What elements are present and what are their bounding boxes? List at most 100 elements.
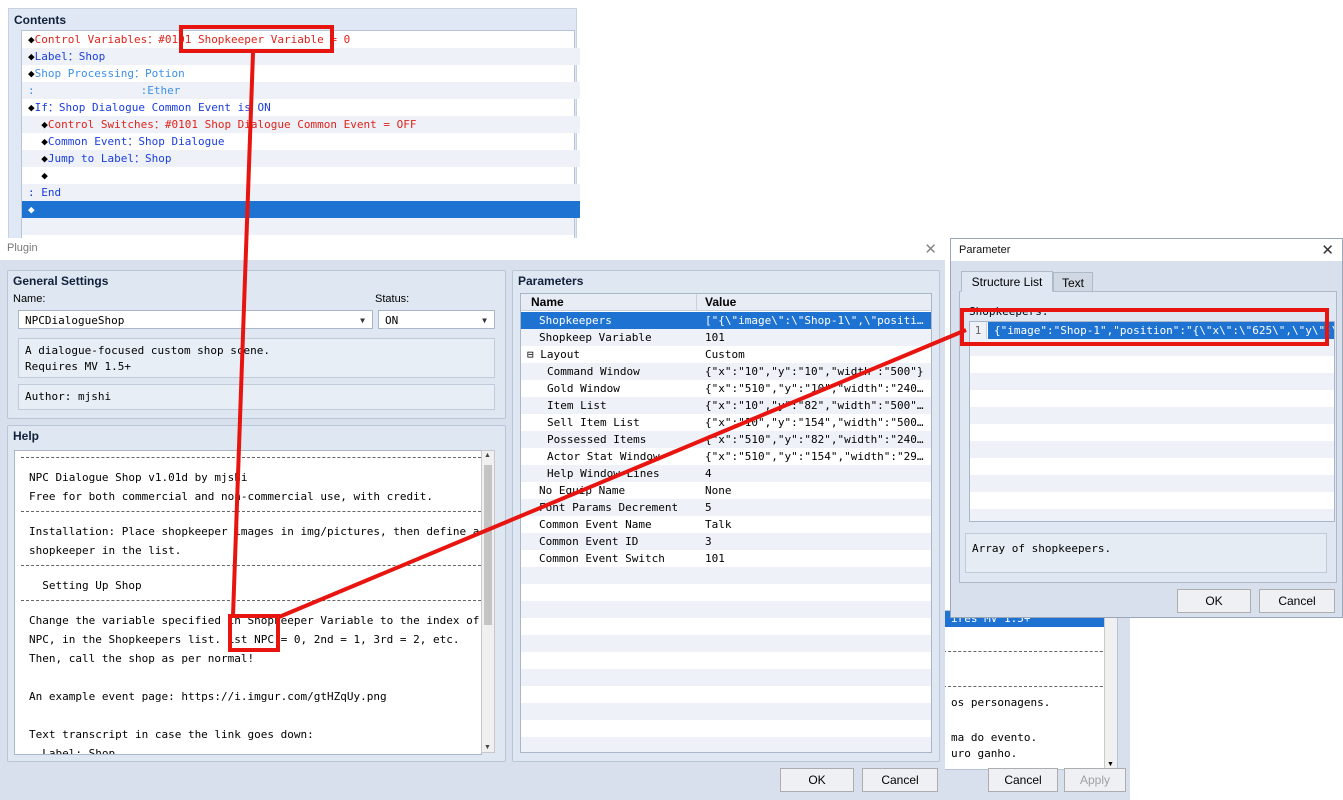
event-command-text: ◆ [28, 101, 35, 114]
bg-apply-button[interactable]: Apply [1064, 768, 1126, 792]
event-command-row[interactable]: ◆Jump to Label：Shop [22, 150, 580, 167]
close-icon[interactable]: ✕ [1321, 241, 1334, 259]
event-command-text: Shop Processing：Potion [34, 67, 185, 80]
parameter-row[interactable]: Help Window Lines 4 [521, 465, 931, 482]
general-settings-group: General Settings Name: Status: NPCDialog… [7, 270, 506, 419]
parameter-row[interactable]: Common Event Switch 101 [521, 550, 931, 567]
plugin-name-select[interactable]: NPCDialogueShop ▼ [18, 310, 373, 329]
event-command-text: Label：Shop [34, 50, 106, 63]
parameter-row[interactable]: ⊟ Layout Custom [521, 346, 931, 363]
help-scrollbar[interactable]: ▲ ▼ [481, 450, 495, 753]
event-command-row[interactable]: ◆ [22, 201, 580, 218]
empty-row [521, 686, 931, 703]
event-command-row[interactable]: ◆Common Event：Shop Dialogue [22, 133, 580, 150]
parameter-row[interactable]: Font Params Decrement 5 [521, 499, 931, 516]
parameter-row[interactable]: Shopkeep Variable 101 [521, 329, 931, 346]
help-separator [21, 600, 481, 601]
tab-text[interactable]: Text [1053, 272, 1093, 292]
name-label: Name: [13, 293, 46, 305]
parameter-row[interactable]: Possessed Items {"x":"510","y":"82","widt… [521, 431, 931, 448]
event-command-text: ◆ [28, 203, 35, 216]
parameter-row[interactable]: Sell Item List {"x":"10","y":"154","width… [521, 414, 931, 431]
status-value: ON [385, 314, 399, 327]
cancel-button[interactable]: Cancel [1259, 589, 1335, 613]
cancel-button[interactable]: Cancel [862, 768, 938, 792]
help-line: Free for both commercial and non-commerc… [29, 490, 433, 503]
tab-structure-list[interactable]: Structure List [961, 271, 1053, 292]
parameter-value: Custom [705, 348, 745, 361]
close-icon[interactable]: ✕ [924, 240, 937, 258]
parameter-row[interactable]: Common Event ID 3 [521, 533, 931, 550]
parameter-value: 5 [705, 501, 712, 514]
parameter-name: Sell Item List [547, 416, 640, 429]
empty-row [521, 720, 931, 737]
annotation-box-variable [179, 25, 334, 53]
event-command-row[interactable]: : :Ether [22, 82, 580, 99]
general-settings-title: General Settings [13, 274, 109, 288]
background-window: ires MV 1.5+ os personagens. ma do event… [930, 610, 1130, 800]
help-line: Installation: Place shopkeeper images in… [29, 525, 480, 538]
parameter-name: No Equip Name [539, 484, 626, 497]
empty-row [521, 601, 931, 618]
parameter-row[interactable]: No Equip Name None [521, 482, 931, 499]
status-select[interactable]: ON ▼ [378, 310, 495, 329]
empty-row [970, 373, 1334, 390]
ok-button[interactable]: OK [780, 768, 854, 792]
bg-cancel-button[interactable]: Cancel [988, 768, 1058, 792]
contents-title: Contents [14, 13, 66, 27]
event-command-row[interactable]: ◆Control Switches：#0101 Shop Dialogue Co… [22, 116, 580, 133]
parameter-value: {"x":"510","y":"154","width":"295"··· [705, 450, 927, 463]
parameter-value: {"x":"510","y":"82","width":"240"} [705, 433, 927, 446]
plugin-author: Author: mjshi [18, 384, 495, 410]
column-header-name[interactable]: Name [521, 294, 697, 311]
parameter-dialog: Parameter ✕ Structure List Text Shopkeep… [950, 238, 1343, 618]
parameter-value: 4 [705, 467, 712, 480]
event-command-text: : End [28, 186, 62, 199]
parameter-value: {"x":"10","y":"82","width":"500","··· [705, 399, 927, 412]
help-line: Setting Up Shop [29, 579, 142, 592]
parameter-name: Item List [547, 399, 607, 412]
contents-event-list[interactable]: ◆Control Variables：#0101 Shopkeeper Vari… [21, 30, 580, 243]
empty-row [521, 703, 931, 720]
parameter-value: {"x":"510","y":"10","width":"240"} [705, 382, 927, 395]
description-line-1: A dialogue-focused custom shop scene. [25, 344, 271, 357]
parameter-name: Font Params Decrement [539, 501, 679, 514]
event-command-row[interactable]: ◆If：Shop Dialogue Common Event is ON [22, 99, 580, 116]
empty-row [970, 356, 1334, 373]
event-command-text: : :Ether [28, 84, 181, 97]
empty-row [521, 635, 931, 652]
parameter-value: 101 [705, 552, 725, 565]
event-command-row[interactable]: : End [22, 184, 580, 201]
column-header-value[interactable]: Value [697, 294, 931, 311]
event-command-text: ◆ [28, 67, 35, 80]
scroll-thumb[interactable] [484, 465, 492, 625]
scroll-down-icon[interactable]: ▼ [484, 744, 491, 751]
scroll-up-icon[interactable]: ▲ [484, 452, 491, 459]
event-command-text: Common Event：Shop Dialogue [47, 135, 225, 148]
bg-fragment-4: uro ganho. [951, 747, 1018, 760]
parameter-row[interactable]: Command Window {"x":"10","y":"10","width"… [521, 363, 931, 380]
help-text-area[interactable]: NPC Dialogue Shop v1.01d by mjshi Free fo… [14, 450, 482, 755]
plugin-window-title: Plugin [7, 242, 38, 254]
parameter-name: Help Window Lines [547, 467, 660, 480]
empty-row [970, 458, 1334, 475]
event-command-row[interactable]: ◆ [22, 167, 580, 184]
chevron-down-icon: ▼ [482, 316, 487, 325]
empty-row [521, 584, 931, 601]
parameter-row[interactable]: Actor Stat Window {"x":"510","y":"154","w… [521, 448, 931, 465]
ok-button[interactable]: OK [1177, 589, 1251, 613]
parameter-name: Gold Window [547, 382, 620, 395]
event-command-row[interactable]: ◆Shop Processing：Potion [22, 65, 580, 82]
parameter-row[interactable]: Item List {"x":"10","y":"82","width":"500… [521, 397, 931, 414]
parameter-row[interactable]: Common Event Name Talk [521, 516, 931, 533]
empty-row [970, 407, 1334, 424]
parameter-name: ⊟ Layout [527, 348, 580, 361]
parameter-value: ["{\"image\":\"Shop-1\",\"position··· [705, 314, 927, 327]
parameter-row[interactable]: Shopkeepers ["{\"image\":\"Shop-1\",\"pos… [521, 312, 931, 329]
event-command-text: If：Shop Dialogue Common Event is ON [34, 101, 271, 114]
event-command-text: ◆ [28, 152, 48, 165]
empty-row [970, 475, 1334, 492]
shopkeepers-structure-list[interactable]: 1 {"image":"Shop-1","position":"{\"x\":\… [969, 321, 1335, 522]
empty-row [521, 737, 931, 752]
parameter-row[interactable]: Gold Window {"x":"510","y":"10","width":"… [521, 380, 931, 397]
